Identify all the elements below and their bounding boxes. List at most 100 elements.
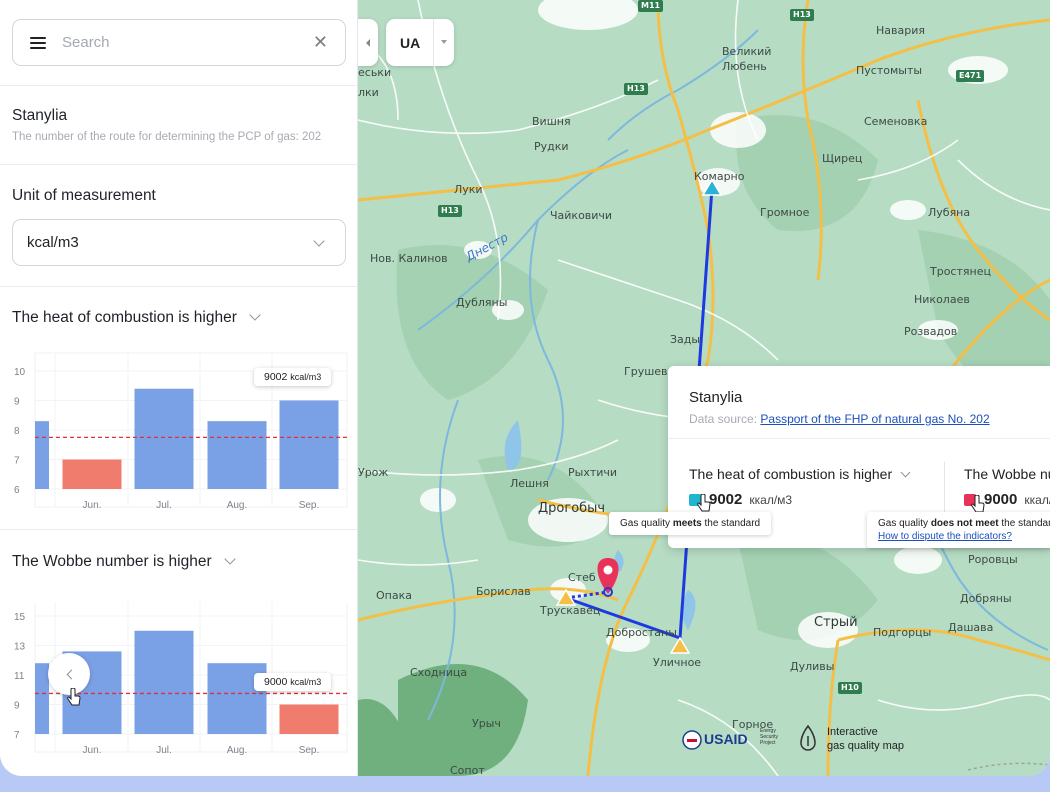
heat-section-toggle[interactable]: The heat of combustion is higher (12, 309, 261, 327)
hand-cursor-icon (697, 494, 711, 512)
hand-cursor-icon (67, 688, 81, 706)
quality-not-meets-tooltip: Gas quality does not meet the standard H… (867, 512, 1050, 548)
map-place-label: Громное (760, 206, 810, 219)
indicator-wobbe-label: The Wobbe number is higher (964, 466, 1050, 482)
language-divider (433, 19, 434, 66)
chart-y-tick-label: 11 (14, 671, 25, 682)
highway-shield: E471 (956, 70, 985, 82)
chart-x-tick-label: Sep. (299, 500, 320, 511)
heat-unit: ккал/м3 (749, 492, 793, 507)
chart-y-tick-label: 13 (14, 642, 26, 653)
hamburger-menu-icon[interactable] (30, 36, 46, 49)
search-input[interactable] (62, 34, 302, 51)
map-place-label: Тростянец (930, 265, 991, 278)
station-name: Stanylia (12, 107, 68, 124)
map-place-label: Борислав (476, 585, 531, 598)
divider (0, 529, 357, 530)
indicator-heat-dropdown[interactable]: The heat of combustion is higher (689, 466, 911, 482)
chart-bar (35, 421, 49, 489)
divider (0, 286, 357, 287)
usaid-subtitle: Energy Security Project (760, 728, 779, 746)
heat-chart: 6 7 8 9 10 Jun. Jul. Aug. Sep. 9002 kcal/m3 (0, 350, 357, 520)
tip-text: the standard (701, 518, 761, 529)
map-place-label: Николаев (914, 293, 970, 306)
popup-source: Data source: Passport of the FHP of natu… (689, 412, 990, 426)
map-place-label: Добряны (960, 592, 1012, 605)
map-place-label: Навария (876, 24, 925, 37)
unit-select[interactable]: kcal/m3 (12, 219, 346, 266)
map-place-label: Дуливы (790, 660, 835, 673)
map-place-label: Урыч (472, 717, 501, 730)
sidebar: ✕ Stanylia The number of the route for d… (0, 0, 358, 776)
wobbe-section-toggle[interactable]: The Wobbe number is higher (12, 553, 236, 571)
station-marker-ulychne (669, 636, 691, 654)
chart-y-tick-label: 7 (14, 456, 20, 467)
dispute-link[interactable]: How to dispute the indicators? (878, 531, 1012, 542)
chart-bar (207, 421, 267, 489)
map-place-label: Рудки (534, 140, 569, 153)
collapse-sidebar-button[interactable] (358, 19, 378, 66)
map-place-label: Чайковичи (550, 209, 613, 222)
caret-down-icon (441, 40, 447, 44)
chart-y-tick-label: 15 (14, 612, 26, 623)
map-place-label: еськи (358, 66, 392, 79)
map-place-label: Дрогобыч (538, 501, 606, 516)
chart-x-tick-label: Jul. (156, 500, 172, 511)
popup-title: Stanylia (689, 389, 743, 406)
heat-section-title: The heat of combustion is higher (12, 309, 237, 326)
map-place-label: Комарно (694, 170, 745, 183)
highway-shield: H13 (790, 9, 814, 21)
map-place-label: Рыхтичи (568, 466, 618, 479)
divider (0, 85, 357, 86)
indicator-wobbe-dropdown[interactable]: The Wobbe number is higher (964, 466, 1050, 482)
app-logo: Interactive gas quality map (798, 724, 968, 754)
source-link[interactable]: Passport of the FHP of natural gas No. 2… (760, 412, 989, 426)
map-place-label: Опака (376, 589, 412, 602)
chart-y-tick-label: 7 (14, 730, 20, 741)
location-pin-icon (597, 558, 619, 597)
map-place-label: Трускавец (540, 604, 601, 617)
language-value: UA (400, 34, 421, 51)
app-name-line2: gas quality map (827, 740, 905, 752)
map-place-label: Стрый (814, 615, 858, 630)
map-place-label: Сопот (450, 764, 485, 776)
app-window: M11 H13 H13 H13 E471 H10 Навария Великий… (0, 0, 1050, 776)
tip-text: Gas quality (878, 518, 931, 529)
wobbe-value: 9000 (984, 491, 1018, 508)
map-place-label: Зады (670, 333, 701, 346)
chart-bar (279, 400, 339, 489)
popup-vertical-divider (944, 462, 945, 512)
map-place-label: Грушев (624, 365, 668, 378)
highway-shield: H13 (624, 83, 648, 95)
map-place-label: Розвадов (904, 325, 958, 338)
route-number-text: The number of the route for determining … (12, 131, 322, 143)
highway-shield: M11 (638, 0, 664, 12)
divider (0, 164, 357, 165)
usaid-text: USAID (704, 731, 748, 747)
tooltip-unit: kcal/m3 (290, 372, 322, 383)
clear-search-icon[interactable]: ✕ (313, 33, 328, 52)
map-place-label: Дашава (948, 621, 994, 634)
language-select[interactable]: UA (386, 19, 454, 66)
search-bar: ✕ (12, 19, 346, 66)
map-place-label: Урож (358, 466, 389, 479)
chevron-down-icon (900, 467, 911, 478)
source-label: Data source: (689, 412, 758, 426)
app-name-line1: Interactive (827, 726, 878, 738)
map-place-label: Лубяна (928, 206, 971, 219)
gas-drop-icon (800, 724, 816, 751)
quality-meets-tooltip: Gas quality meets the standard (609, 512, 772, 535)
tip-text: Gas quality (620, 518, 673, 529)
chart-y-tick-label: 9 (14, 701, 20, 712)
chevron-down-icon (313, 235, 325, 247)
map-place-label: Великий (722, 45, 772, 58)
chart-bar (35, 663, 49, 734)
map-place-label: Лешня (510, 477, 549, 490)
map-place-label: Любень (722, 60, 767, 73)
tip-text: the standard (1001, 518, 1050, 529)
indicator-heat-label: The heat of combustion is higher (689, 466, 893, 482)
unit-value: kcal/m3 (27, 234, 79, 251)
popup-divider (668, 438, 1050, 439)
chevron-down-icon (223, 553, 236, 565)
chart-x-tick-label: Jul. (156, 745, 172, 756)
